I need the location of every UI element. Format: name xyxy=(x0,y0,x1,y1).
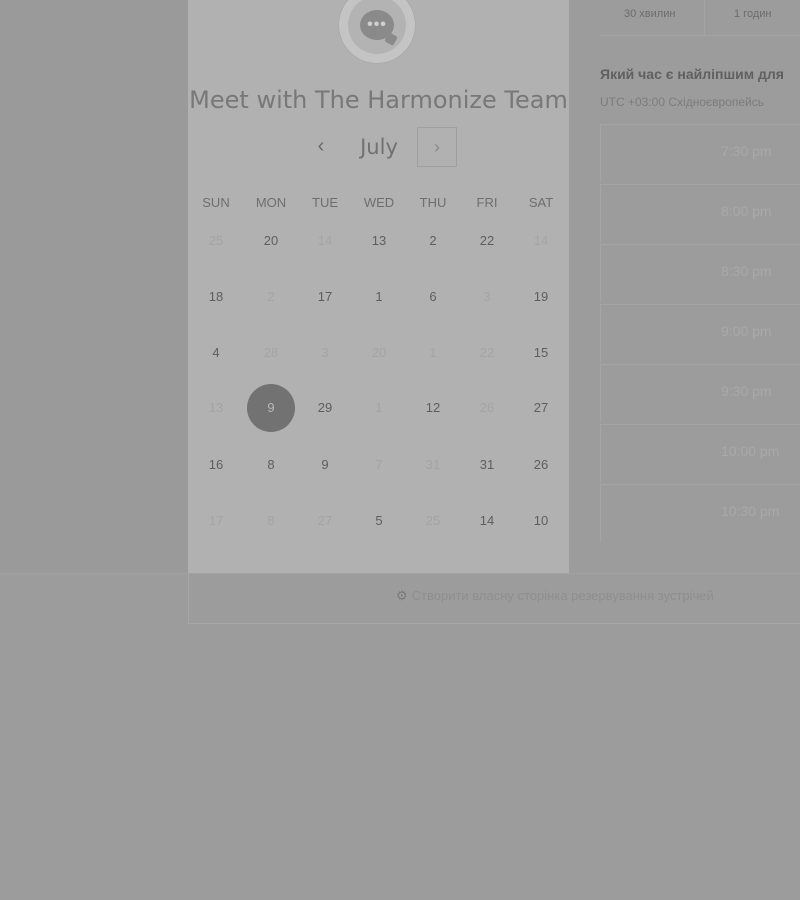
footer-link-text: Створити власну сторінка резервування зу… xyxy=(411,588,714,603)
calendar-day: 25 xyxy=(425,513,441,528)
left-margin xyxy=(0,0,188,573)
calendar-day[interactable]: 19 xyxy=(517,273,565,321)
prev-month-button[interactable]: ‹ xyxy=(310,135,332,159)
booking-page: ••• Meet with The Harmonize Team ‹ July … xyxy=(0,0,800,900)
weekday-header: SUN MON TUE WED THU FRI SAT xyxy=(188,195,569,215)
calendar-day: 28 xyxy=(263,345,279,360)
calendar-day[interactable]: 13 xyxy=(355,217,403,265)
calendar-day: 2 xyxy=(267,289,275,304)
calendar-day[interactable]: 6 xyxy=(409,273,457,321)
calendar-day[interactable]: 17 xyxy=(301,273,349,321)
calendar-day[interactable]: 29 xyxy=(301,384,349,432)
weekday-thu: THU xyxy=(419,195,447,210)
time-slot[interactable]: 9:30 pm xyxy=(600,364,800,422)
calendar-day: 7 xyxy=(375,457,383,472)
time-slot-label: 7:30 pm xyxy=(721,143,772,159)
time-question-heading: Який час є найліпшим для xyxy=(600,66,784,82)
duration-tabs: 30 хвилин 1 годин xyxy=(600,0,800,36)
calendar-day: 13 xyxy=(208,400,224,415)
time-slot-label: 8:00 pm xyxy=(721,203,772,219)
calendar-day[interactable]: 22 xyxy=(463,217,511,265)
calendar-day: 31 xyxy=(425,457,441,472)
calendar-day[interactable]: 4 xyxy=(192,329,240,377)
time-slot[interactable]: 7:30 pm xyxy=(600,124,800,182)
meeting-title: Meet with The Harmonize Team xyxy=(189,86,568,114)
calendar-day: 17 xyxy=(208,513,224,528)
timezone-selector[interactable]: UTC +03:00 Східноєвропейсь xyxy=(600,95,764,109)
calendar-day[interactable]: 9 xyxy=(301,441,349,489)
hubspot-sprocket-icon: ⚙ xyxy=(396,588,408,603)
time-slot-label: 9:30 pm xyxy=(721,383,772,399)
weekday-sat: SAT xyxy=(528,195,554,210)
calendar-day[interactable]: 8 xyxy=(247,441,295,489)
calendar-day[interactable]: 14 xyxy=(463,497,511,545)
calendar-day: 14 xyxy=(317,233,333,248)
time-slot-label: 10:30 pm xyxy=(721,503,780,519)
calendar-day: 3 xyxy=(321,345,329,360)
weekday-mon: MON xyxy=(255,195,287,210)
calendar-day: 1 xyxy=(429,345,437,360)
month-label: July xyxy=(360,135,398,159)
weekday-wed: WED xyxy=(363,195,395,210)
calendar-day: 3 xyxy=(483,289,491,304)
calendar-day: 14 xyxy=(533,233,549,248)
calendar-day[interactable]: 18 xyxy=(192,273,240,321)
month-navigation: ‹ July › xyxy=(188,127,569,169)
calendar-day: 27 xyxy=(317,513,333,528)
calendar-day[interactable]: 15 xyxy=(517,329,565,377)
calendar-day: 26 xyxy=(479,400,495,415)
weekday-sun: SUN xyxy=(202,195,230,210)
calendar-day[interactable]: 10 xyxy=(517,497,565,545)
time-slot[interactable]: 10:00 pm xyxy=(600,424,800,482)
time-slot-label: 8:30 pm xyxy=(721,263,772,279)
calendar-day[interactable]: 27 xyxy=(517,384,565,432)
time-slot[interactable]: 10:30 pm xyxy=(600,484,800,542)
calendar-day[interactable]: 5 xyxy=(355,497,403,545)
calendar-panel: ••• Meet with The Harmonize Team ‹ July … xyxy=(188,0,569,573)
create-booking-page-link[interactable]: ⚙ Створити власну сторінка резервування з… xyxy=(396,588,714,604)
calendar-day[interactable]: 20 xyxy=(247,217,295,265)
calendar-day-selected[interactable]: 9 xyxy=(247,384,295,432)
calendar-day[interactable]: 2 xyxy=(409,217,457,265)
duration-tab-30min[interactable]: 30 хвилин xyxy=(624,8,675,20)
time-slot[interactable]: 9:00 pm xyxy=(600,304,800,362)
time-slot[interactable]: 8:00 pm xyxy=(600,184,800,242)
calendar-day[interactable]: 16 xyxy=(192,441,240,489)
weekday-fri: FRI xyxy=(476,195,498,210)
time-slot[interactable]: 8:30 pm xyxy=(600,244,800,302)
duration-tab-1hour[interactable]: 1 годин xyxy=(734,8,771,20)
tab-divider xyxy=(704,0,705,35)
time-slot-label: 9:00 pm xyxy=(721,323,772,339)
calendar-day: 20 xyxy=(371,345,387,360)
time-slot-label: 10:00 pm xyxy=(721,443,780,459)
next-month-button[interactable]: › xyxy=(417,127,457,167)
chat-bubble-icon: ••• xyxy=(360,10,394,40)
calendar-day[interactable]: 26 xyxy=(517,441,565,489)
avatar-inner: ••• xyxy=(348,0,406,54)
calendar-day: 22 xyxy=(479,345,495,360)
calendar-day: 1 xyxy=(375,400,383,415)
calendar-day[interactable]: 12 xyxy=(409,384,457,432)
calendar-day[interactable]: 1 xyxy=(355,273,403,321)
calendar-day: 8 xyxy=(267,513,275,528)
calendar-day: 25 xyxy=(208,233,224,248)
calendar-day[interactable]: 31 xyxy=(463,441,511,489)
team-avatar: ••• xyxy=(338,0,416,64)
weekday-tue: TUE xyxy=(312,195,338,210)
